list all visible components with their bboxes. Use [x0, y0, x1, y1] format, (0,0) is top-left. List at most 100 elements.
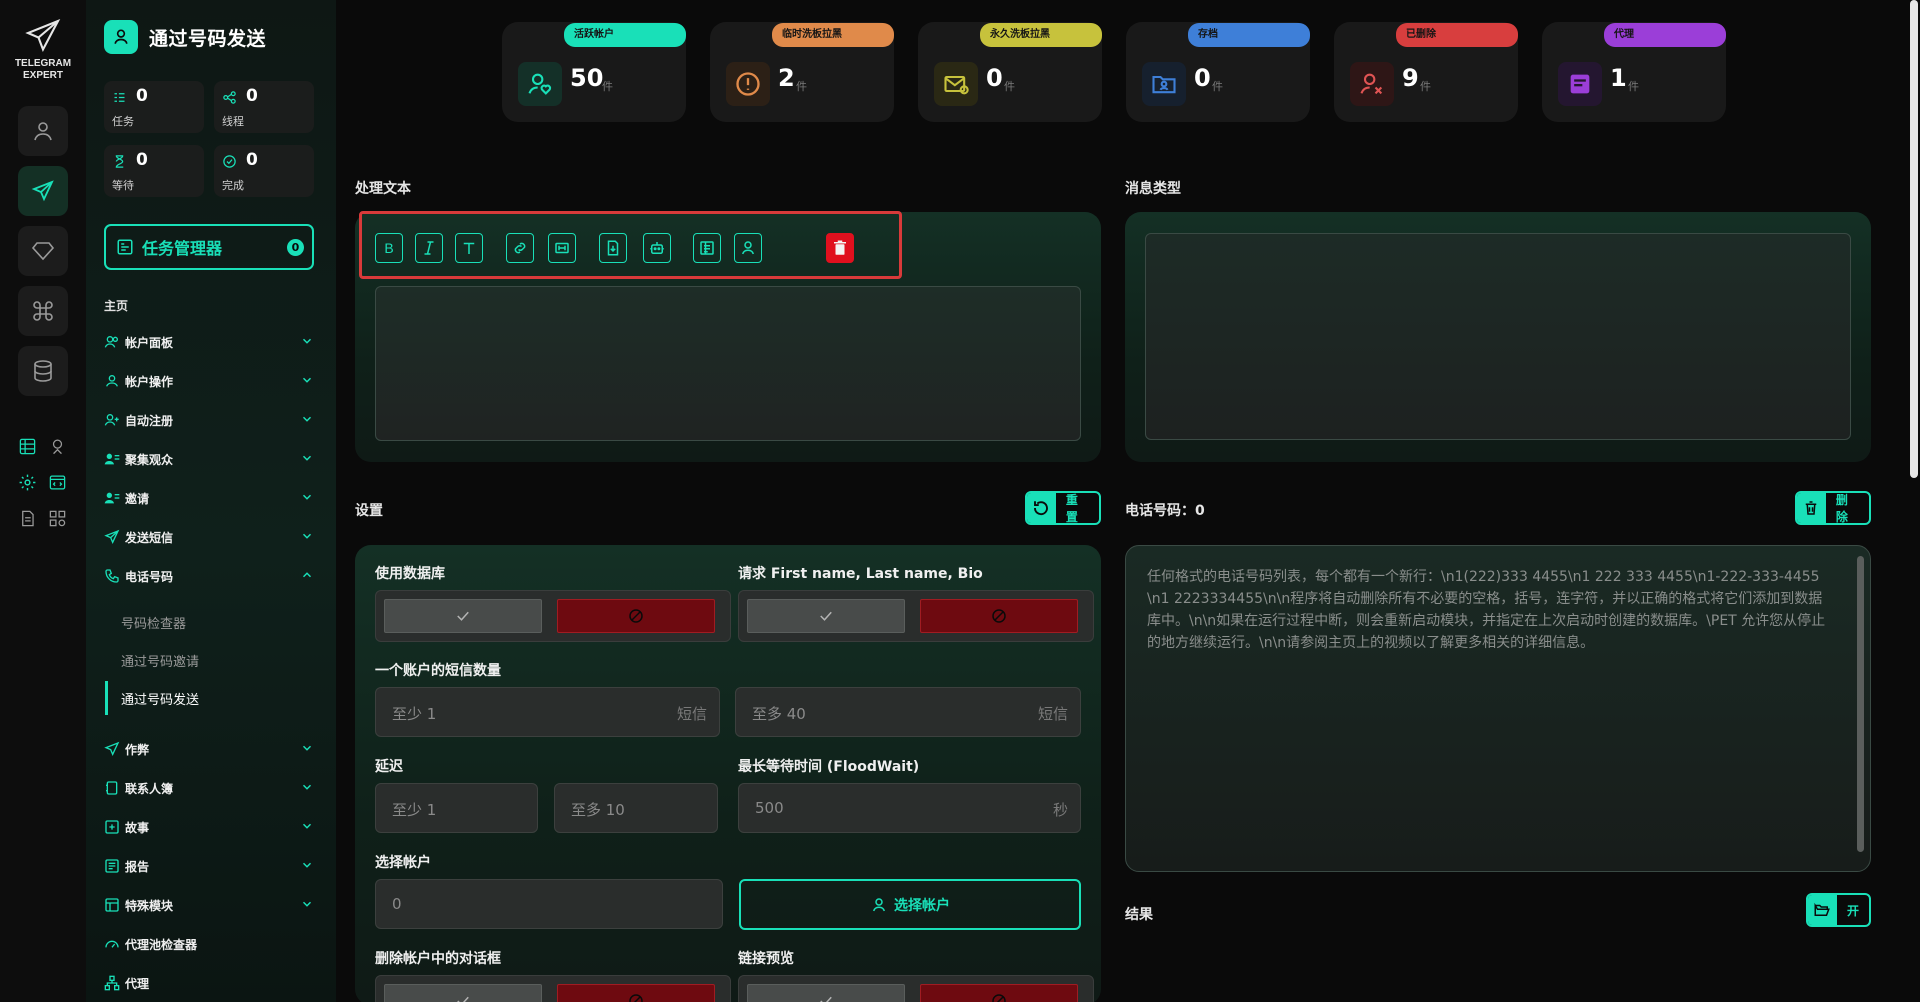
- stat-tasks: 0 任务: [104, 81, 204, 133]
- nav-label: 聚集观众: [125, 452, 174, 467]
- delay-min-input[interactable]: 至少 1: [375, 783, 538, 833]
- textarea-scrollbar[interactable]: [1857, 556, 1864, 852]
- stat-card-label: 已删除: [1396, 23, 1518, 47]
- user-square-icon: [104, 20, 138, 54]
- user-list-icon: [104, 492, 120, 504]
- sms-count-label: 一个账户的短信数量: [375, 663, 501, 679]
- rail-user-badge-icon[interactable]: [46, 435, 68, 457]
- toggle-off[interactable]: [920, 599, 1078, 633]
- message-type-area[interactable]: [1145, 233, 1851, 440]
- folder-user-icon: [1142, 62, 1186, 106]
- nav-proxy-checker[interactable]: 代理池检查器: [104, 932, 314, 956]
- rail-diamond-button[interactable]: [18, 226, 68, 276]
- check-icon: [457, 996, 469, 1002]
- check-icon: [820, 611, 832, 621]
- rail-gear-icon[interactable]: [16, 471, 38, 493]
- stat-done: 0 完成: [214, 145, 314, 197]
- delete-numbers-button[interactable]: 删除: [1795, 491, 1871, 525]
- delay-max-input[interactable]: 至多 10: [554, 783, 718, 833]
- nav-send-sms[interactable]: 发送短信: [104, 525, 314, 549]
- nav-auto-register[interactable]: 自动注册: [104, 408, 314, 432]
- stat-card-archive: 存档 0 件: [1126, 22, 1310, 122]
- subnav-number-checker[interactable]: 号码检查器: [121, 605, 301, 639]
- use-db-toggle[interactable]: [375, 590, 731, 642]
- task-manager-label: 任务管理器: [142, 239, 223, 258]
- select-account-button[interactable]: 选择帐户: [739, 879, 1081, 930]
- stat-tasks-label: 任务: [112, 115, 134, 128]
- toggle-off[interactable]: [920, 984, 1078, 1002]
- subnav-invite-by-number[interactable]: 通过号码邀请: [121, 643, 301, 677]
- toggle-off[interactable]: [557, 984, 715, 1002]
- toggle-on[interactable]: [747, 599, 905, 633]
- rail-database-button[interactable]: [18, 346, 68, 396]
- task-manager-button[interactable]: 任务管理器 0: [104, 224, 314, 270]
- nav-label: 代理池检查器: [125, 937, 198, 952]
- nav-label: 联系人簿: [125, 781, 174, 796]
- flood-wait-input[interactable]: 500 秒: [738, 783, 1081, 833]
- nav-proxy[interactable]: 代理: [104, 971, 314, 995]
- request-toggle[interactable]: [738, 590, 1094, 642]
- nav-contacts[interactable]: 联系人簿: [104, 776, 314, 800]
- select-account-input[interactable]: 0: [375, 879, 723, 929]
- stat-done-label: 完成: [222, 179, 244, 192]
- stat-card-value: 2: [778, 64, 795, 92]
- nav-label: 发送短信: [125, 530, 174, 545]
- hourglass-icon: [115, 155, 124, 168]
- ban-icon: [629, 994, 643, 1002]
- settings-label: 设置: [355, 503, 383, 519]
- rail-table-icon[interactable]: [16, 435, 38, 457]
- stat-card-value: 1: [1610, 64, 1627, 92]
- nav-cheat[interactable]: 作弊: [104, 737, 314, 761]
- nav-stories[interactable]: 故事: [104, 815, 314, 839]
- open-result-button[interactable]: 开: [1806, 893, 1871, 927]
- user-icon: [34, 122, 52, 141]
- toggle-on[interactable]: [384, 984, 542, 1002]
- stat-card-unit: 件: [796, 80, 807, 93]
- toggle-on[interactable]: [747, 984, 905, 1002]
- page-scrollbar[interactable]: [1910, 0, 1918, 478]
- stat-done-value: 0: [246, 150, 258, 170]
- nav-phone-numbers[interactable]: 电话号码: [104, 564, 314, 588]
- message-type-label: 消息类型: [1125, 181, 1181, 197]
- nav-reports[interactable]: 报告: [104, 854, 314, 878]
- reset-button[interactable]: 重置: [1025, 491, 1101, 525]
- nav-account-panel[interactable]: 帐户面板: [104, 330, 314, 354]
- stat-threads-label: 线程: [222, 115, 244, 128]
- stat-card-value: 9: [1402, 64, 1419, 92]
- rail-document-icon[interactable]: [16, 507, 38, 529]
- toggle-off[interactable]: [557, 599, 715, 633]
- delete-dialogs-toggle[interactable]: [375, 975, 731, 1002]
- nav-account-actions[interactable]: 帐户操作: [104, 369, 314, 393]
- chevron-down-icon: [302, 784, 312, 790]
- stat-card-proxy: 代理 1 件: [1542, 22, 1726, 122]
- stat-card-label: 临时洗板拉黑: [772, 23, 894, 47]
- nav-label: 邀请: [125, 491, 150, 506]
- rail-send-button[interactable]: [18, 166, 68, 216]
- rail-command-button[interactable]: [18, 286, 68, 336]
- network-icon: [104, 975, 120, 991]
- toolbar-highlight: [359, 211, 902, 279]
- phone-numbers-textarea[interactable]: 任何格式的电话号码列表，每个都有一个新行：\n1(222)333 4455\n1…: [1125, 545, 1871, 872]
- nav-gather-audience[interactable]: 聚集观众: [104, 447, 314, 471]
- rail-code-window-icon[interactable]: [46, 471, 68, 493]
- stat-card-unit: 件: [1004, 80, 1015, 93]
- subnav-send-by-number[interactable]: 通过号码发送: [105, 681, 285, 715]
- toggle-on[interactable]: [384, 599, 542, 633]
- nav-label: 自动注册: [125, 413, 174, 428]
- nav-special-modules[interactable]: 特殊模块: [104, 893, 314, 917]
- rail-grid-icon[interactable]: [46, 507, 68, 529]
- ban-icon: [629, 609, 643, 623]
- nav-home[interactable]: 主页: [104, 297, 128, 314]
- nav-label: 故事: [125, 820, 150, 835]
- command-icon: [33, 301, 53, 321]
- app-rail: TELEGRAM EXPERT: [0, 0, 86, 1002]
- contact-book-icon: [106, 781, 118, 795]
- nav-invite[interactable]: 邀请: [104, 486, 314, 510]
- sms-max-input[interactable]: 至多 40 短信: [735, 687, 1081, 737]
- telegram-plane-icon: [25, 18, 61, 53]
- message-textarea[interactable]: [375, 286, 1081, 441]
- rail-accounts-button[interactable]: [18, 106, 68, 156]
- sms-min-input[interactable]: 至少 1 短信: [375, 687, 720, 737]
- link-preview-toggle[interactable]: [738, 975, 1094, 1002]
- stat-threads: 0 线程: [214, 81, 314, 133]
